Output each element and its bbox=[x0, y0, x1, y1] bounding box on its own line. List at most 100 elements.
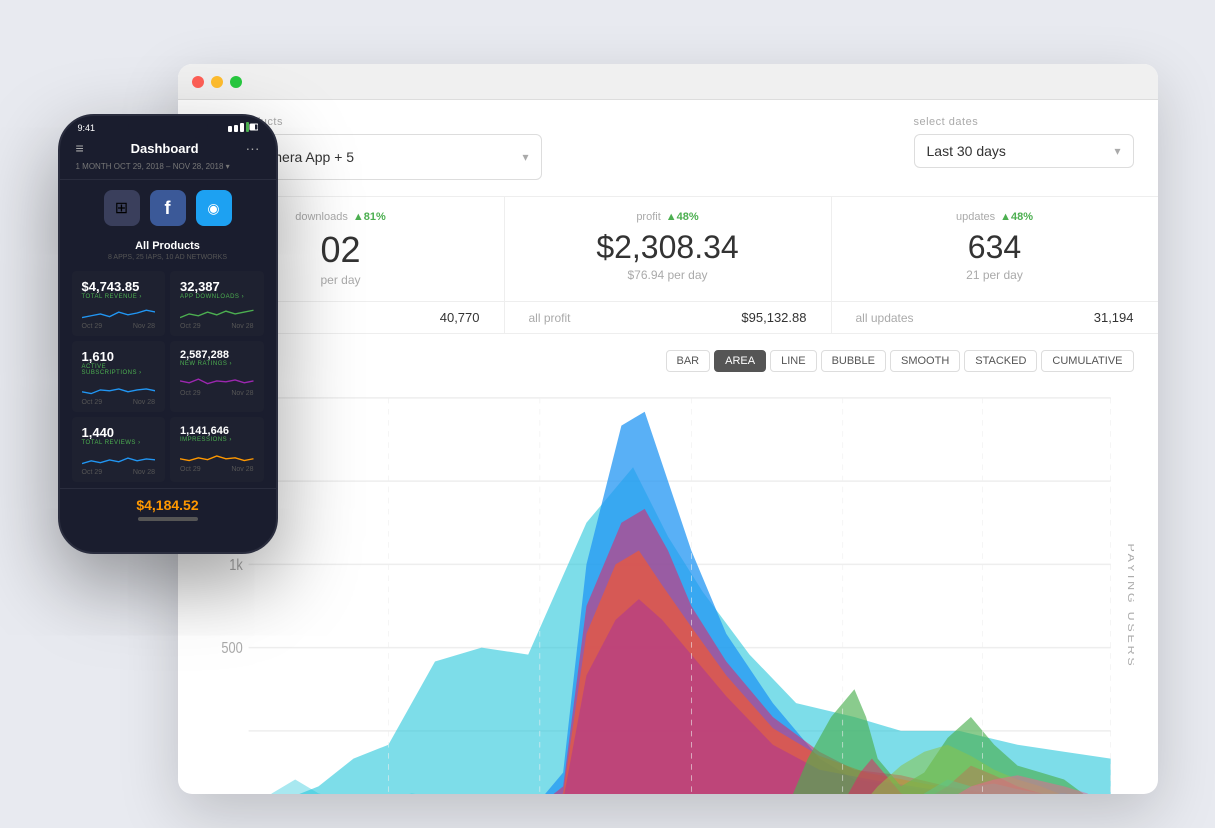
sparkline-end-5: Nov 28 bbox=[133, 469, 155, 476]
product-value: Camera App + 5 bbox=[253, 149, 513, 165]
phone-stat-revenue-value: $4,743.85 bbox=[82, 279, 156, 294]
sparkline-end-6: Nov 28 bbox=[231, 466, 253, 473]
phone-stat-impressions-label: IMPRESSIONS › bbox=[180, 437, 254, 443]
phone-stats-grid: $4,743.85 TOTAL REVENUE › Oct 29 Nov 28 3… bbox=[60, 269, 276, 484]
chart-buttons: BAR AREA LINE BUBBLE SMOOTH STACKED CUMU… bbox=[202, 350, 1134, 372]
downloads-label: downloads bbox=[295, 211, 348, 223]
sparkline-start-1: Oct 29 bbox=[82, 323, 103, 330]
svg-text:PAYING USERS: PAYING USERS bbox=[1125, 543, 1134, 668]
sparkline-end-4: Nov 28 bbox=[231, 390, 253, 397]
desktop-window: select products 📷 Camera App + 5 ▾ selec… bbox=[178, 64, 1158, 794]
phone-home-bar bbox=[138, 517, 198, 521]
chevron-down-icon: ▾ bbox=[522, 150, 528, 164]
phone-stat-ratings-label: NEW RATINGS › bbox=[180, 361, 254, 367]
phone-notch bbox=[128, 116, 208, 138]
profit-value: $2,308.34 bbox=[529, 229, 807, 266]
app-icon-grid[interactable]: ⊞ bbox=[104, 190, 140, 226]
phone-stat-downloads-label: APP DOWNLOADS › bbox=[180, 294, 254, 300]
chart-area: BAR AREA LINE BUBBLE SMOOTH STACKED CUMU… bbox=[178, 334, 1158, 794]
phone-apps: ⊞ f ◉ bbox=[60, 180, 276, 236]
dates-label: select dates bbox=[914, 116, 1134, 128]
traffic-lights bbox=[192, 76, 242, 88]
phone-stat-impressions-value: 1,141,646 bbox=[180, 425, 254, 437]
sparkline-end-3: Nov 28 bbox=[133, 399, 155, 406]
dates-select[interactable]: Last 30 days ▾ bbox=[914, 134, 1134, 168]
chart-svg: 2k 1.5k 1k 500 0 PAYING USERS bbox=[202, 384, 1134, 794]
scene: select products 📷 Camera App + 5 ▾ selec… bbox=[58, 34, 1158, 794]
updates-pct: ▲48% bbox=[1000, 211, 1033, 223]
footer-downloads-value: 40,770 bbox=[440, 310, 480, 325]
titlebar bbox=[178, 64, 1158, 100]
dates-control: select dates Last 30 days ▾ bbox=[914, 116, 1134, 180]
sparkline-end-1: Nov 28 bbox=[133, 323, 155, 330]
stats-row: downloads ▲81% 02 per day profit ▲48% $2… bbox=[178, 197, 1158, 302]
phone-stat-impressions[interactable]: 1,141,646 IMPRESSIONS › Oct 29 Nov 28 bbox=[170, 417, 264, 482]
footer-updates: all updates 31,194 bbox=[832, 302, 1158, 333]
footer-updates-label: all updates bbox=[856, 311, 914, 325]
profit-label: profit bbox=[636, 211, 660, 223]
phone-stat-revenue[interactable]: $4,743.85 TOTAL REVENUE › Oct 29 Nov 28 bbox=[72, 271, 166, 336]
chart-container: 2k 1.5k 1k 500 0 PAYING USERS bbox=[202, 384, 1134, 794]
phone-signal bbox=[228, 122, 258, 134]
close-button[interactable] bbox=[192, 76, 204, 88]
phone-stat-ratings[interactable]: 2,587,288 NEW RATINGS › Oct 29 Nov 28 bbox=[170, 341, 264, 412]
minimize-button[interactable] bbox=[211, 76, 223, 88]
phone-stat-revenue-label: TOTAL REVENUE › bbox=[82, 294, 156, 300]
phone-stat-subscriptions-label: ACTIVE SUBSCRIPTIONS › bbox=[82, 364, 156, 376]
phone-sparkline-ratings bbox=[180, 371, 254, 389]
chart-btn-area[interactable]: AREA bbox=[714, 350, 766, 372]
sparkline-start-3: Oct 29 bbox=[82, 399, 103, 406]
profit-sub: $76.94 per day bbox=[529, 268, 807, 282]
date-value: Last 30 days bbox=[927, 143, 1105, 159]
phone-sparkline-downloads bbox=[180, 304, 254, 322]
stat-updates: updates ▲48% 634 21 per day bbox=[832, 197, 1158, 301]
updates-value: 634 bbox=[856, 229, 1134, 266]
phone-sparkline-subscriptions bbox=[82, 380, 156, 398]
phone-total: $4,184.52 bbox=[60, 488, 276, 517]
sparkline-end-2: Nov 28 bbox=[231, 323, 253, 330]
phone-more-icon[interactable]: ··· bbox=[246, 140, 260, 156]
sparkline-start-4: Oct 29 bbox=[180, 390, 201, 397]
profit-pct: ▲48% bbox=[666, 211, 699, 223]
svg-text:1k: 1k bbox=[229, 556, 243, 573]
phone-stat-downloads-value: 32,387 bbox=[180, 279, 254, 294]
phone-menu-icon[interactable]: ≡ bbox=[76, 140, 84, 156]
phone-stat-subscriptions[interactable]: 1,610 ACTIVE SUBSCRIPTIONS › Oct 29Nov 2… bbox=[72, 341, 166, 412]
phone-sparkline-impressions bbox=[180, 447, 254, 465]
phone: 9:41 ≡ Dashboard ··· 1 MONTH OCT 29, 201… bbox=[58, 114, 278, 554]
chart-btn-line[interactable]: LINE bbox=[770, 350, 816, 372]
phone-stat-reviews-label: TOTAL REVIEWS › bbox=[82, 440, 156, 446]
phone-sparkline-reviews bbox=[82, 450, 156, 468]
phone-title: Dashboard bbox=[84, 141, 246, 156]
phone-stat-downloads[interactable]: 32,387 APP DOWNLOADS › Oct 29 Nov 28 bbox=[170, 271, 264, 336]
stat-profit: profit ▲48% $2,308.34 $76.94 per day bbox=[505, 197, 832, 301]
app-icon-facebook[interactable]: f bbox=[150, 190, 186, 226]
footer-profit-value: $95,132.88 bbox=[741, 310, 806, 325]
phone-stat-ratings-value: 2,587,288 bbox=[180, 349, 254, 361]
chart-btn-bar[interactable]: BAR bbox=[666, 350, 711, 372]
chart-btn-smooth[interactable]: SMOOTH bbox=[890, 350, 960, 372]
downloads-pct: ▲81% bbox=[353, 211, 386, 223]
phone-section-title: All Products bbox=[60, 236, 276, 254]
footer-profit: all profit $95,132.88 bbox=[505, 302, 832, 333]
phone-date[interactable]: 1 MONTH OCT 29, 2018 – NOV 28, 2018 ▾ bbox=[60, 162, 276, 180]
chart-btn-bubble[interactable]: BUBBLE bbox=[821, 350, 886, 372]
phone-stat-reviews[interactable]: 1,440 TOTAL REVIEWS › Oct 29Nov 28 bbox=[72, 417, 166, 482]
stat-footer: 40,770 all profit $95,132.88 all updates… bbox=[178, 302, 1158, 334]
sparkline-start-5: Oct 29 bbox=[82, 469, 103, 476]
footer-profit-label: all profit bbox=[529, 311, 571, 325]
phone-header: ≡ Dashboard ··· bbox=[60, 134, 276, 162]
chart-btn-stacked[interactable]: STACKED bbox=[964, 350, 1037, 372]
updates-label: updates bbox=[956, 211, 995, 223]
phone-sparkline-revenue bbox=[82, 304, 156, 322]
controls-row: select products 📷 Camera App + 5 ▾ selec… bbox=[178, 100, 1158, 197]
app-icon-blue[interactable]: ◉ bbox=[196, 190, 232, 226]
phone-time: 9:41 bbox=[78, 123, 96, 133]
svg-text:500: 500 bbox=[221, 639, 243, 656]
sparkline-start-2: Oct 29 bbox=[180, 323, 201, 330]
chart-btn-cumulative[interactable]: CUMULATIVE bbox=[1041, 350, 1133, 372]
sparkline-start-6: Oct 29 bbox=[180, 466, 201, 473]
updates-sub: 21 per day bbox=[856, 268, 1134, 282]
footer-updates-value: 31,194 bbox=[1094, 310, 1134, 325]
maximize-button[interactable] bbox=[230, 76, 242, 88]
